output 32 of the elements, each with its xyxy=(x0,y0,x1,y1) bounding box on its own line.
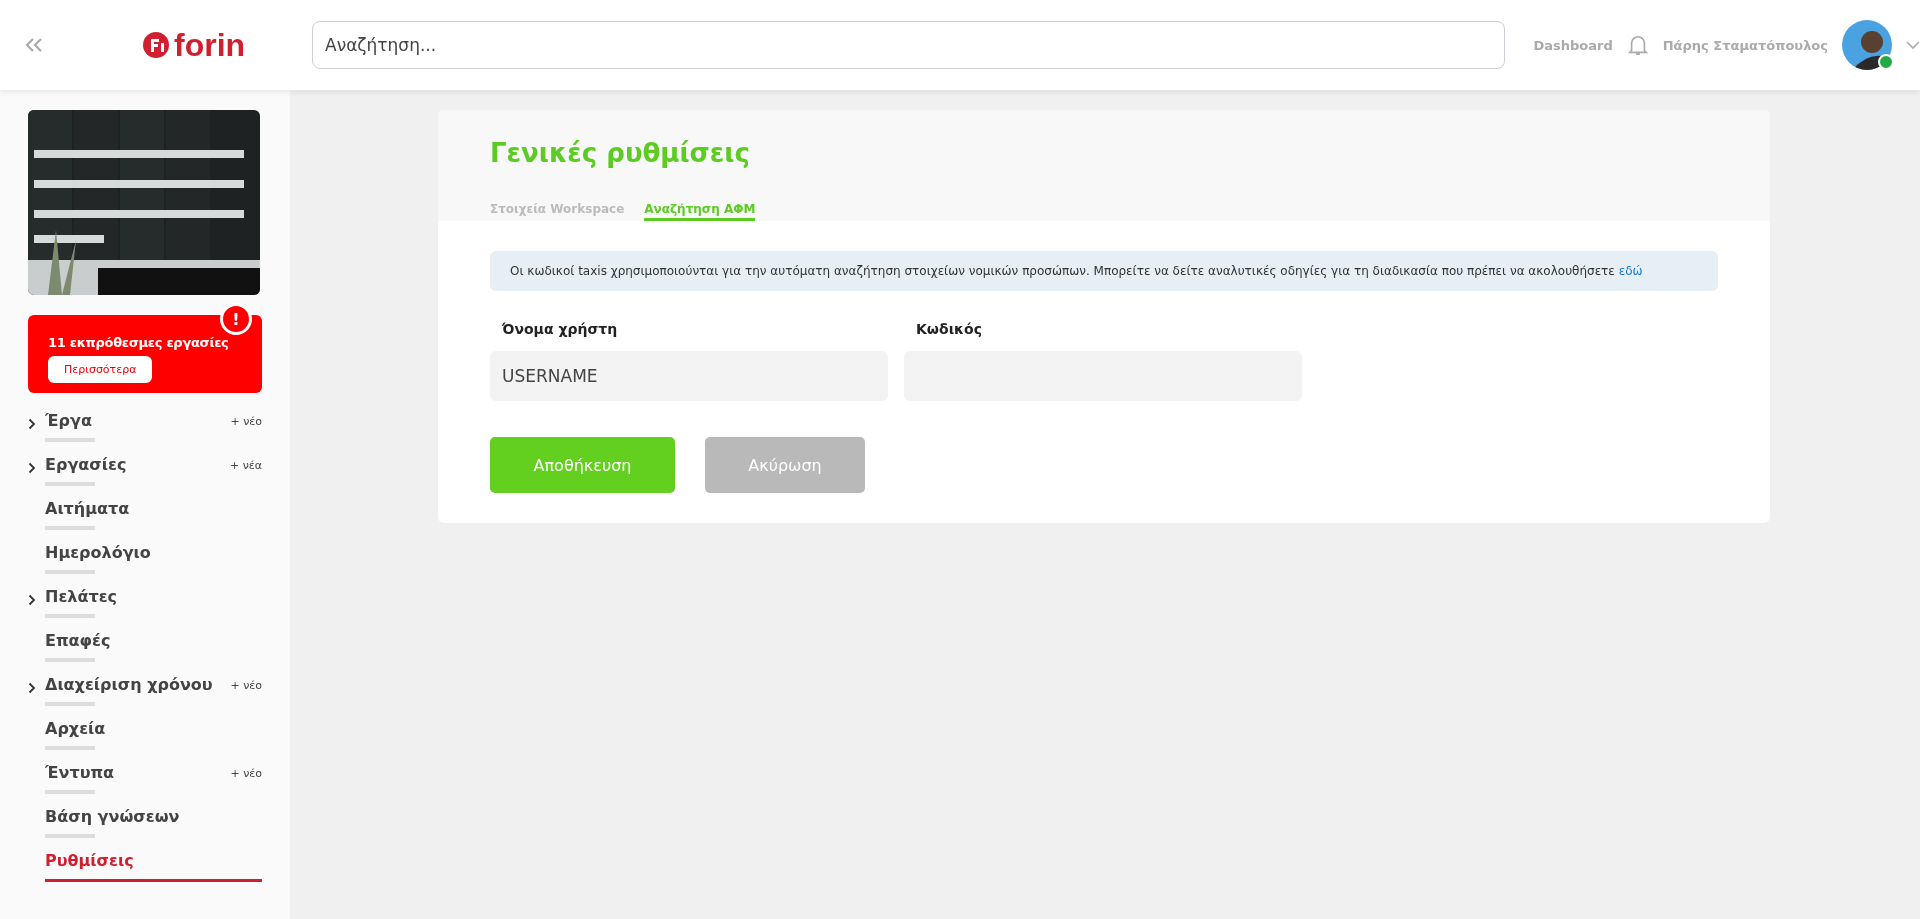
add-new-link[interactable]: + νέο xyxy=(230,675,262,692)
page-title: Γενικές ρυθμίσεις xyxy=(490,138,751,168)
alert-text: 11 εκπρόθεσμες εργασίες xyxy=(48,335,229,350)
nav-item[interactable]: Αρχεία xyxy=(45,719,106,750)
nav-item[interactable]: Ρυθμίσεις xyxy=(45,851,262,882)
nav-item[interactable]: Αιτήματα xyxy=(45,499,130,530)
nav-item[interactable]: Πελάτες xyxy=(45,587,117,618)
nav-item[interactable]: Διαχείριση χρόνου xyxy=(45,675,213,706)
nav-item[interactable]: Ημερολόγιο xyxy=(45,543,151,574)
logo-icon xyxy=(142,31,170,59)
add-new-link[interactable]: + νέο xyxy=(230,411,262,428)
field-label: Κωδικός xyxy=(915,321,983,337)
nav-item[interactable]: Έργα xyxy=(45,411,92,442)
chevron-right-icon[interactable] xyxy=(28,418,36,430)
info-message: Οι κωδικοί taxis χρησιμοποιούνται για την αυτόματη αναζήτηση στοιχείων νομικών προσώπων. Μπορείτε να δείτε αναλυτικές οδηγίες για τη διαδικασία που πρέπει να ακολουθήσετε εδώ xyxy=(490,251,1718,291)
chevron-right-icon[interactable] xyxy=(28,462,36,474)
here-link[interactable]: εδώ xyxy=(1618,264,1643,278)
avatar-icon[interactable] xyxy=(1842,20,1892,70)
more-button[interactable]: Περισσότερα xyxy=(48,356,153,383)
nav-item[interactable]: Επαφές xyxy=(45,631,111,662)
warning-badge: ! xyxy=(220,303,252,335)
logo-text[interactable]: forin xyxy=(174,29,246,61)
add-new-link[interactable]: + νέο xyxy=(230,763,262,780)
add-new-link[interactable]: + νέα xyxy=(229,455,262,472)
nav-item[interactable]: Εργασίες xyxy=(45,455,127,486)
chevron-right-icon[interactable] xyxy=(28,594,36,606)
nav-item[interactable]: Βάση γνώσεων xyxy=(45,807,180,838)
search-field[interactable]: Αναζήτηση... xyxy=(312,21,1506,69)
nav-item[interactable]: Έντυπα xyxy=(45,763,115,794)
field-label: Όνομα χρήστη xyxy=(501,321,619,337)
input-field[interactable]: USERNAME xyxy=(490,351,888,401)
chevron-right-icon[interactable] xyxy=(28,682,36,694)
